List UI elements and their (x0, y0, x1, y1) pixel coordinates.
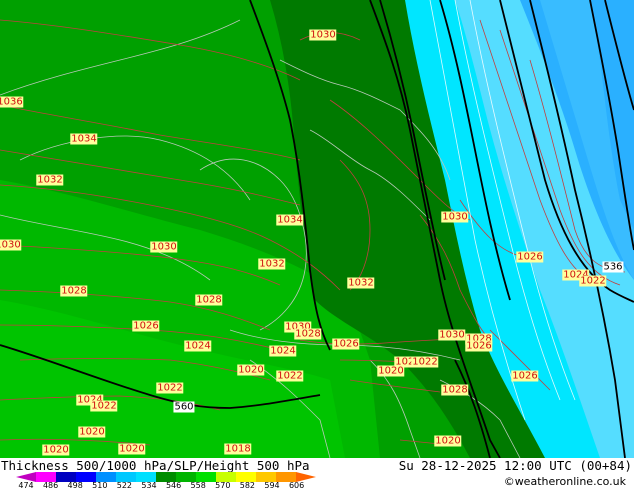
isobar-label: 1022 (156, 382, 184, 394)
isobar-label: 1030 (309, 29, 337, 41)
isobar-label: 1034 (276, 214, 304, 226)
isobar-label: 1028 (60, 285, 88, 297)
isobar-label: 1030 (438, 329, 466, 341)
thickness-label: 560 (173, 401, 195, 413)
isobar-label: 1026 (516, 251, 544, 263)
isobar-label: 1036 (0, 96, 24, 108)
scale-tick-label: 522 (116, 481, 133, 490)
isobar-label: 1026 (465, 340, 493, 352)
scale-tick-label: 558 (190, 481, 206, 490)
credit-text: ©weatheronline.co.uk (503, 475, 626, 488)
map-canvas (0, 0, 634, 458)
scale-tick-label: 498 (67, 481, 83, 490)
scale-tick-label: 546 (165, 481, 182, 490)
map-title: Thickness 500/1000 hPa/SLP/Height 500 hP… (1, 458, 310, 473)
color-scale-labels: 474 486 498 510 522 534 546 558 570 582 594 606 (0, 482, 330, 490)
isobar-label: 1024 (269, 345, 297, 357)
scale-tick-label: 594 (264, 481, 280, 490)
scale-tick-label: 606 (288, 481, 305, 490)
isobar-label: 1026 (511, 370, 539, 382)
scale-tick-label: 510 (92, 481, 108, 490)
isobar-label: 1032 (258, 258, 286, 270)
isobar-label: 1018 (224, 443, 252, 455)
isobar-label: 1020 (42, 444, 70, 456)
scale-tick-label: 534 (141, 481, 157, 490)
isobar-label: 1026 (132, 320, 160, 332)
isobar-label: 1034 (70, 133, 98, 145)
isobar-label: 1020 (237, 364, 265, 376)
footer-bar: Thickness 500/1000 hPa/SLP/Height 500 hP… (0, 458, 634, 490)
scale-tick-label: 582 (239, 481, 256, 490)
isobar-label: 1030 (150, 241, 178, 253)
isobar-label: 1022 (579, 275, 607, 287)
isobar-label: 1024 (184, 340, 212, 352)
map-area: 1036 1034 1032 1030 1030 1028 1028 1026 … (0, 0, 634, 458)
isobar-label: 1022 (276, 370, 304, 382)
isobar-label: 1026 (332, 338, 360, 350)
isobar-label: 1028 (294, 328, 322, 340)
isobar-label: 1020 (118, 443, 146, 455)
isobar-label: 1028 (441, 384, 469, 396)
isobar-label: 1032 (347, 277, 375, 289)
isobar-label: 1030 (0, 239, 22, 251)
scale-tick-label: 486 (42, 481, 59, 490)
isobar-label: 1022 (90, 400, 118, 412)
isobar-label: 1028 (195, 294, 223, 306)
isobar-label: 1020 (78, 426, 106, 438)
isobar-label: 1022 (411, 356, 439, 368)
thickness-label: 536 (602, 261, 624, 273)
scale-tick-label: 474 (18, 481, 34, 490)
isobar-label: 1030 (441, 211, 469, 223)
forecast-datetime: Su 28-12-2025 12:00 UTC (00+84) (398, 458, 632, 473)
isobar-label: 1020 (434, 435, 462, 447)
isobar-label: 1020 (377, 365, 405, 377)
scale-tick-label: 570 (215, 481, 231, 490)
isobar-label: 1032 (36, 174, 64, 186)
